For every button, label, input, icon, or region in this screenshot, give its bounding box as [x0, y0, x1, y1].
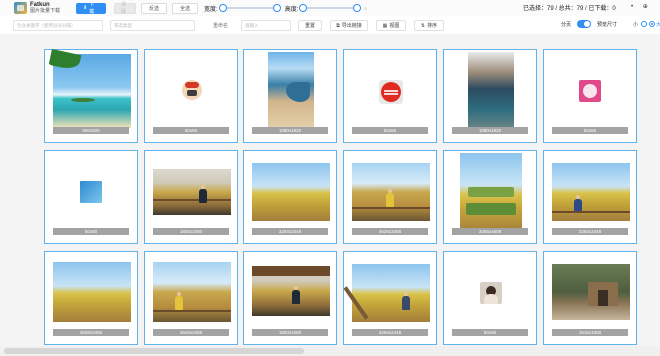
- image-size-label: 4626x3456: [153, 329, 229, 336]
- image-size-label: 1080x1920: [252, 127, 328, 134]
- image-card[interactable]: 4626x3456: [144, 251, 238, 345]
- field-image: [53, 262, 131, 322]
- download-button[interactable]: ⬇ 下载: [76, 2, 107, 15]
- image-card[interactable]: 1616x1080: [543, 251, 637, 345]
- size-small-label: 小: [633, 22, 639, 28]
- size-big-label: 大: [656, 22, 660, 28]
- hut-image: [252, 266, 330, 316]
- image-card[interactable]: 3264x2448: [343, 251, 437, 345]
- filter-toolbar: 包含关键字（使用逗号分隔） 筛选类型 重命名 请输入 重置 ⧉ 导出链接 ▦ 视…: [0, 17, 660, 33]
- field-text-image: [460, 153, 522, 233]
- slider-max-label: 2: [364, 5, 367, 11]
- preview-size-label: 预览尺寸: [597, 22, 618, 28]
- image-card[interactable]: 4626x3456: [343, 150, 437, 244]
- image-size-label: 500x500: [53, 127, 129, 134]
- image-size-label: 1080x1920: [452, 127, 528, 134]
- width-slider-handle[interactable]: [218, 4, 227, 12]
- field-sit-image: [552, 163, 630, 221]
- app-brand: Fatkun 图片批量下载: [30, 2, 60, 14]
- image-card[interactable]: 1080x1920: [443, 49, 537, 143]
- paging-toggle[interactable]: [577, 20, 591, 28]
- image-card[interactable]: 4608x3456: [44, 251, 138, 345]
- app-logo-icon: [14, 2, 27, 14]
- avatar-image: [480, 282, 502, 304]
- width-label: 宽度:: [204, 6, 218, 13]
- width-slider-handle-max[interactable]: [272, 4, 281, 12]
- url-filter-input[interactable]: 包含关键字（使用逗号分隔）: [13, 20, 103, 31]
- sort-button[interactable]: ⇅ 排序: [414, 20, 444, 31]
- field-hands-image: [352, 163, 430, 221]
- image-card[interactable]: 3456x4608: [443, 150, 537, 244]
- image-size-label: 1616x1080: [552, 329, 628, 336]
- image-size-label: 50x50: [552, 127, 628, 134]
- beach-image: [48, 49, 131, 128]
- tiny-image: [80, 181, 102, 203]
- size-big-radio[interactable]: [649, 21, 655, 27]
- image-card[interactable]: 50x50: [543, 49, 637, 143]
- window-controls: • ⊕: [631, 3, 648, 10]
- field-person-image: [153, 262, 231, 322]
- image-size-label: 3264x2448: [252, 228, 328, 235]
- image-card[interactable]: 3264x2448: [243, 150, 337, 244]
- red-badge-image: [379, 80, 403, 104]
- invert-selection-button[interactable]: 反选: [141, 2, 168, 14]
- image-card[interactable]: 1920x1080: [243, 251, 337, 345]
- scrollbar-thumb[interactable]: [4, 348, 304, 354]
- field-person-image: [153, 169, 231, 215]
- image-card[interactable]: 50x50: [343, 49, 437, 143]
- field-sit-image: [343, 264, 430, 322]
- reset-button[interactable]: 重置: [298, 20, 322, 31]
- sort-icon: ⇅: [420, 22, 426, 29]
- size-small-radio[interactable]: [641, 21, 647, 27]
- image-card[interactable]: 1080x1920: [243, 49, 337, 143]
- image-size-label: 1920x1080: [252, 329, 328, 336]
- paging-label: 分页: [561, 22, 572, 28]
- rename-label: 重命名: [213, 23, 229, 29]
- small-icon-image: [182, 80, 202, 100]
- image-size-label: 50x50: [352, 127, 428, 134]
- settings-icon[interactable]: ⊕: [643, 4, 648, 10]
- clear-button[interactable]: 清除: [114, 2, 137, 15]
- image-size-label: 4626x3456: [352, 228, 428, 235]
- width-slider[interactable]: [218, 4, 281, 12]
- height-label: 高度:: [284, 6, 299, 13]
- selection-stats: 已选择：79 / 总共：79 / 已下载：0: [523, 6, 616, 12]
- house-image: [552, 264, 630, 320]
- pink-avatar-image: [579, 80, 601, 102]
- lake-image: [468, 52, 514, 134]
- image-card[interactable]: 1920x1080: [144, 150, 238, 244]
- link-icon: ⧉: [336, 22, 340, 29]
- download-icon: ⬇: [83, 5, 88, 11]
- image-size-label: 50x50: [153, 127, 229, 134]
- height-slider-handle-max[interactable]: [353, 4, 362, 12]
- rename-input[interactable]: 请输入: [241, 20, 291, 31]
- image-size-label: 1920x1080: [153, 228, 229, 235]
- grid-icon: ▦: [382, 22, 388, 29]
- image-card[interactable]: 50x50: [44, 150, 138, 244]
- image-size-label: 4608x3456: [53, 329, 129, 336]
- menu-dot-icon[interactable]: •: [631, 4, 633, 10]
- image-card[interactable]: 3264x2448: [543, 150, 637, 244]
- height-slider[interactable]: [299, 4, 362, 12]
- view-button[interactable]: ▦ 视图: [376, 20, 406, 31]
- image-size-label: 3456x4608: [452, 228, 528, 235]
- field-image: [252, 163, 330, 221]
- image-size-label: 3264x2448: [552, 228, 628, 235]
- image-card[interactable]: 50x50: [443, 251, 537, 345]
- app-subtitle: 图片批量下载: [30, 8, 61, 14]
- image-size-label: 50x50: [452, 329, 528, 336]
- image-grid: 500x500 50x50 1080x1920 50x50 1080x1920 …: [0, 34, 660, 346]
- coast-image: [268, 52, 314, 134]
- type-filter-select[interactable]: 筛选类型: [110, 20, 195, 31]
- horizontal-scrollbar[interactable]: [0, 346, 660, 356]
- select-all-button[interactable]: 全选: [172, 2, 199, 14]
- height-slider-handle[interactable]: [299, 4, 308, 12]
- image-card[interactable]: 50x50: [144, 49, 238, 143]
- export-links-button[interactable]: ⧉ 导出链接: [330, 20, 368, 31]
- image-size-label: 50x50: [53, 228, 129, 235]
- image-size-label: 3264x2448: [352, 329, 428, 336]
- image-card[interactable]: 500x500: [44, 49, 138, 143]
